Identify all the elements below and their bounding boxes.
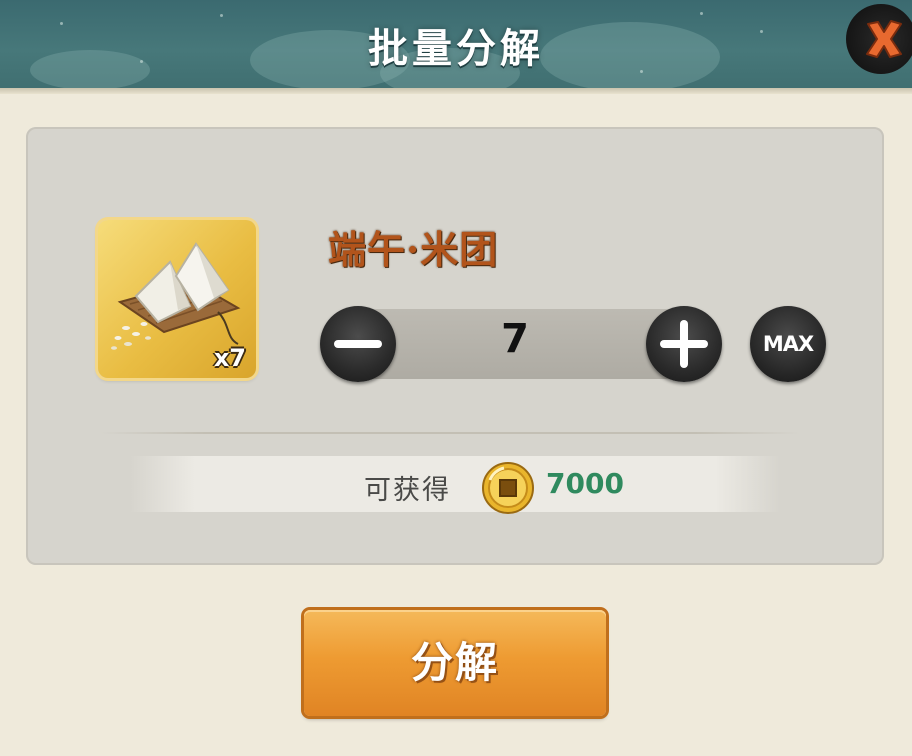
- minus-icon: [334, 340, 382, 348]
- plus-icon: [660, 320, 708, 368]
- decrease-button[interactable]: [320, 306, 396, 382]
- header-speck: [700, 12, 703, 15]
- reward-amount: 7000: [546, 467, 624, 500]
- divider: [100, 432, 800, 434]
- item-name: 端午·米团: [328, 227, 499, 272]
- decompose-button[interactable]: 分解: [304, 610, 606, 716]
- increase-button[interactable]: [646, 306, 722, 382]
- close-button[interactable]: [846, 4, 912, 74]
- reward-row: [130, 456, 780, 512]
- item-count-badge: x7: [213, 344, 246, 372]
- header-border: [0, 88, 912, 94]
- dialog-header: 批量分解: [0, 0, 912, 92]
- copper-coin-icon: [482, 462, 534, 514]
- reward-label: 可获得: [364, 475, 451, 506]
- item-slot[interactable]: x7: [98, 220, 256, 378]
- max-button[interactable]: MAX: [750, 306, 826, 382]
- dialog-title: 批量分解: [368, 26, 544, 72]
- close-icon: [866, 20, 902, 58]
